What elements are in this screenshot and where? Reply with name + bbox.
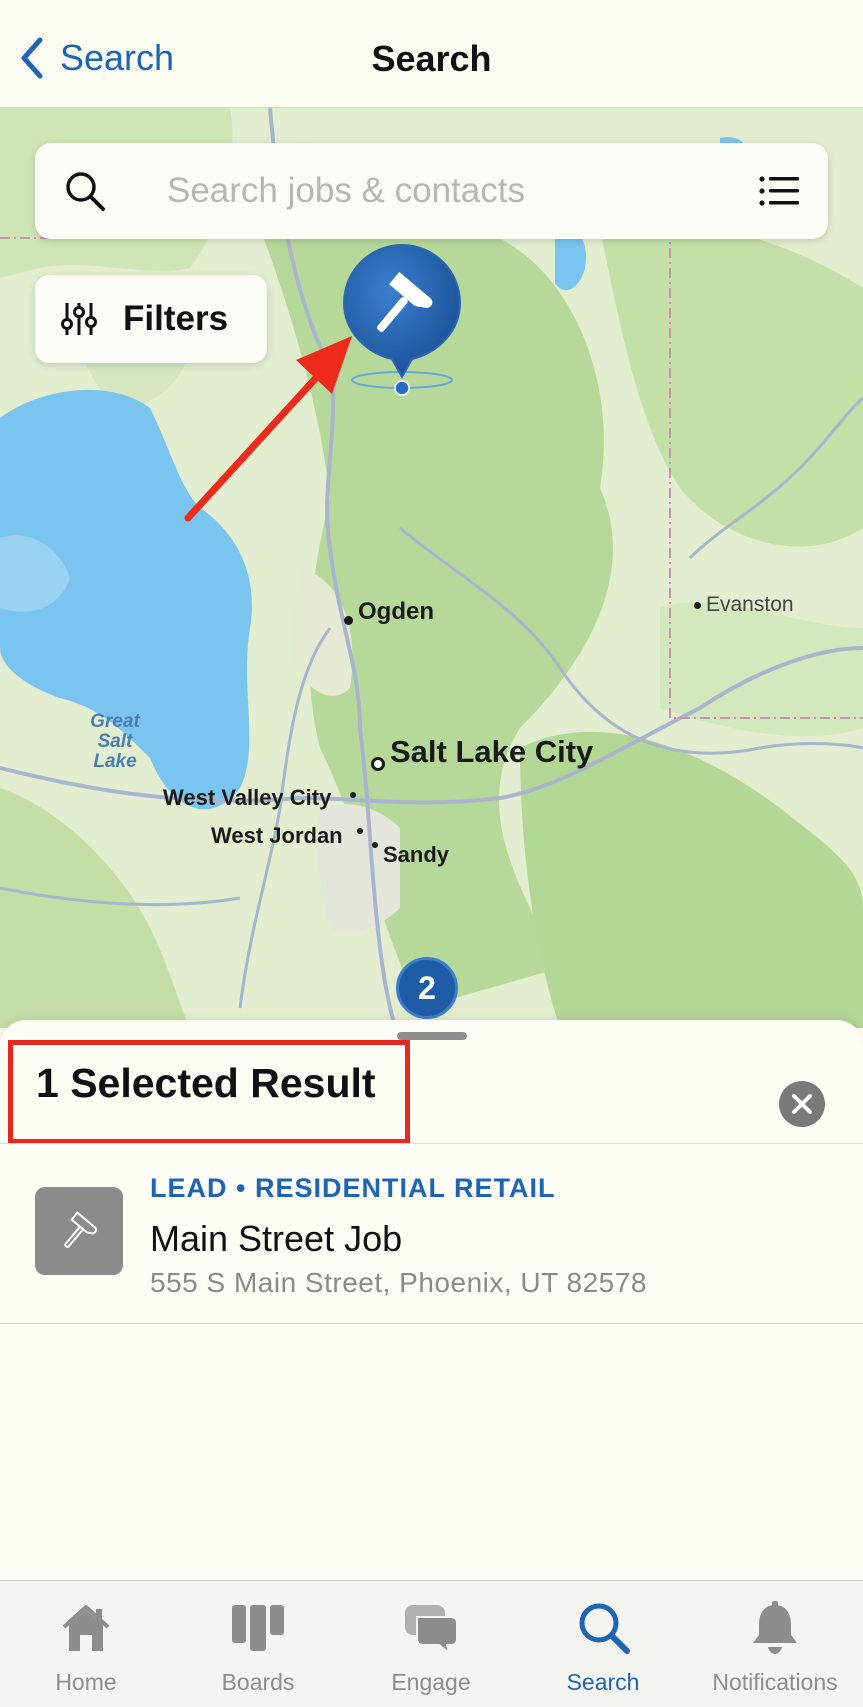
search-icon <box>579 1603 630 1654</box>
sandy-dot <box>372 842 378 848</box>
filters-label: Filters <box>123 299 229 338</box>
list-view-icon[interactable] <box>758 171 800 211</box>
tab-search-label: Search <box>566 1669 640 1695</box>
page-title: Search <box>371 38 492 79</box>
west-valley-city-dot <box>350 792 356 798</box>
tab-bar: Home Boards Engage Search Notifications <box>0 1580 863 1707</box>
selected-results-title: 1 Selected Result <box>36 1060 376 1106</box>
chat-bubbles-icon <box>405 1605 458 1655</box>
tab-engage-label: Engage <box>391 1669 471 1695</box>
evanston-label: Evanston <box>706 593 794 616</box>
close-icon <box>792 1094 812 1114</box>
sliders-icon <box>61 303 97 335</box>
search-input[interactable] <box>167 163 727 219</box>
house-icon <box>62 1605 110 1651</box>
tab-home[interactable]: Home <box>0 1581 172 1707</box>
west-jordan-dot <box>357 828 363 834</box>
tab-search[interactable]: Search <box>517 1581 689 1707</box>
sheet-grabber[interactable] <box>397 1032 467 1040</box>
job-location-pin[interactable] <box>340 243 464 403</box>
result-list-item[interactable]: LEAD • RESIDENTIAL RETAIL Main Street Jo… <box>0 1143 863 1323</box>
west-jordan-label: West Jordan <box>211 823 343 848</box>
job-thumbnail <box>35 1187 123 1275</box>
bell-icon <box>753 1601 797 1654</box>
result-address: 555 S Main Street, Phoenix, UT 82578 <box>150 1267 647 1298</box>
tab-boards-label: Boards <box>221 1669 295 1695</box>
ogden-label: Ogden <box>358 598 434 625</box>
map-cluster-marker[interactable]: 2 <box>396 957 458 1019</box>
hammer-icon <box>64 1211 98 1248</box>
search-bar <box>35 143 828 239</box>
tab-engage[interactable]: Engage <box>345 1581 517 1707</box>
tab-home-label: Home <box>55 1669 117 1695</box>
navigation-bar: Search Search <box>0 0 863 108</box>
result-divider <box>0 1323 863 1324</box>
ogden-dot <box>344 616 353 625</box>
evanston-dot <box>694 602 701 609</box>
results-sheet: 1 Selected Result LEAD • RESIDENTIAL RET… <box>0 1020 863 1580</box>
salt-lake-city-dot <box>371 757 385 771</box>
result-title: Main Street Job <box>150 1218 403 1259</box>
result-type-label: LEAD • RESIDENTIAL RETAIL <box>150 1173 556 1203</box>
close-sheet-button[interactable] <box>779 1081 825 1127</box>
tab-notifications[interactable]: Notifications <box>689 1581 861 1707</box>
sandy-label: Sandy <box>383 842 450 867</box>
west-valley-city-label: West Valley City <box>163 785 332 810</box>
tab-notifications-label: Notifications <box>712 1669 838 1695</box>
tab-boards[interactable]: Boards <box>172 1581 344 1707</box>
filters-button[interactable]: Filters <box>35 275 267 363</box>
search-icon <box>66 172 105 211</box>
boards-icon <box>232 1605 284 1651</box>
great-salt-lake-label: Great Salt Lake <box>90 711 140 772</box>
salt-lake-city-label: Salt Lake City <box>390 734 594 769</box>
